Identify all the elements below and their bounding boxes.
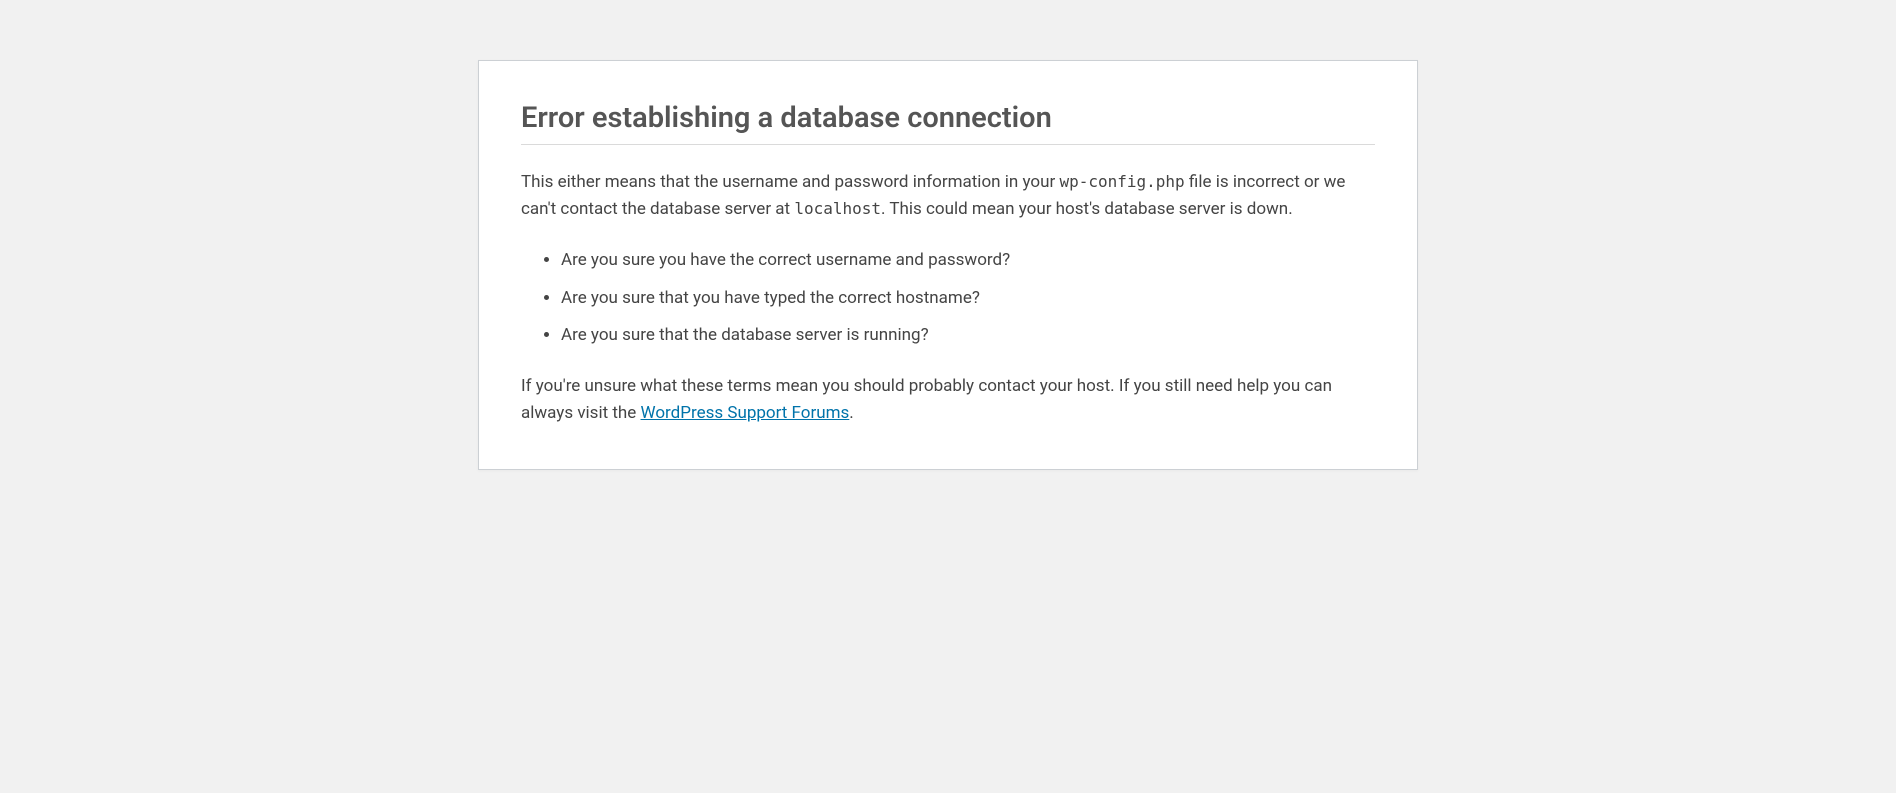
error-page-container: Error establishing a database connection…	[478, 60, 1418, 470]
error-description: This either means that the username and …	[521, 169, 1375, 223]
support-forums-link[interactable]: WordPress Support Forums	[641, 403, 850, 423]
question-item: Are you sure you have the correct userna…	[561, 247, 1375, 274]
help-text: If you're unsure what these terms mean y…	[521, 373, 1375, 427]
question-item: Are you sure that the database server is…	[561, 322, 1375, 349]
description-text-1: This either means that the username and …	[521, 172, 1059, 192]
help-text-2: .	[849, 403, 853, 423]
description-text-3: . This could mean your host's database s…	[881, 199, 1293, 219]
hostname-code: localhost	[794, 199, 881, 218]
error-title: Error establishing a database connection	[521, 87, 1375, 145]
troubleshooting-questions-list: Are you sure you have the correct userna…	[521, 247, 1375, 349]
question-item: Are you sure that you have typed the cor…	[561, 285, 1375, 312]
config-file-code: wp-config.php	[1059, 172, 1184, 191]
